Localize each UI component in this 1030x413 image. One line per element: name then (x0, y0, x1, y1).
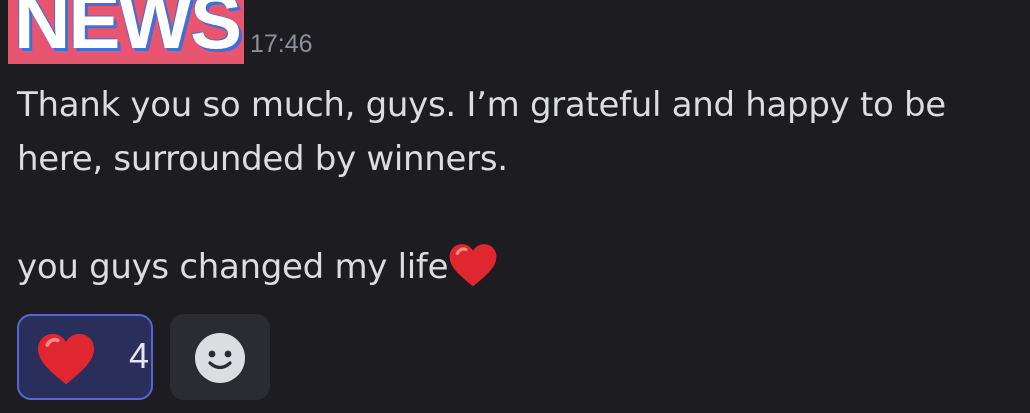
red-heart-icon (448, 242, 498, 290)
news-logo: NEWS (8, 0, 244, 64)
message-timestamp: 17:46 (250, 30, 313, 58)
reaction-count: 4 (129, 335, 150, 376)
message-content: Thank you so much, guys. I’m grateful an… (17, 78, 1007, 294)
message-line: you guys changed my life (17, 240, 1007, 294)
message-line: here, surrounded by winners. (17, 139, 508, 179)
message-line: Thank you so much, guys. I’m grateful an… (17, 85, 946, 125)
smiley-face-icon (195, 333, 245, 383)
red-heart-icon (35, 332, 97, 388)
reaction-heart-button[interactable]: 4 (17, 314, 153, 400)
message-text: you guys changed my life (17, 247, 449, 287)
news-logo-text: NEWS (14, 0, 242, 64)
add-reaction-button[interactable] (170, 314, 270, 400)
